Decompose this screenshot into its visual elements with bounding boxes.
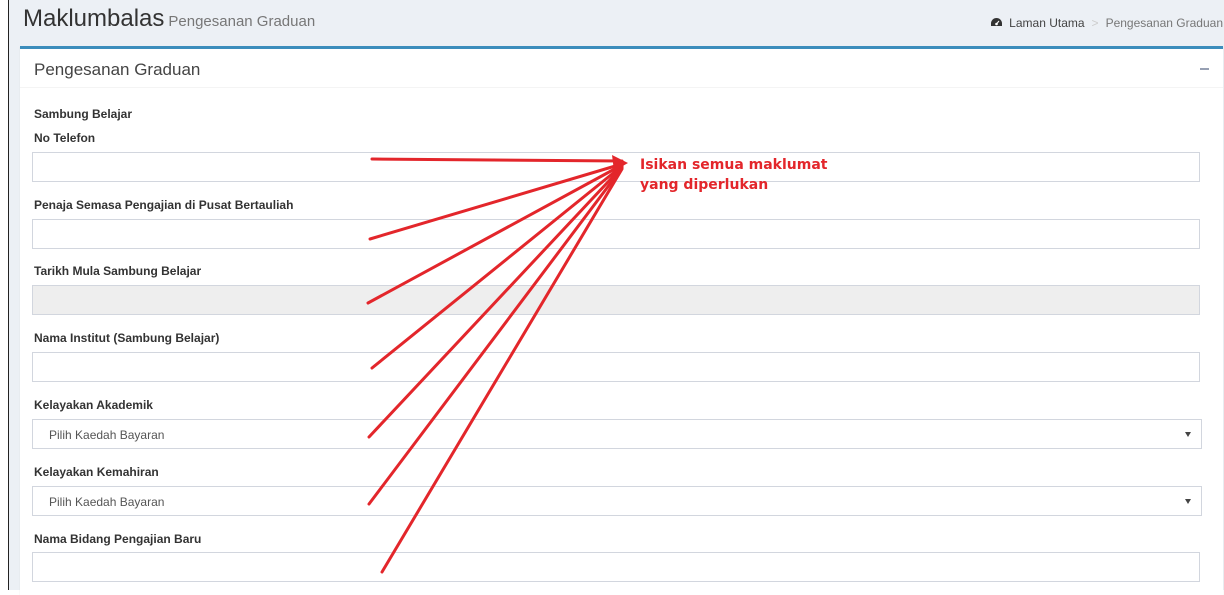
box-title: Pengesanan Graduan [34, 60, 201, 79]
skill-label: Kelayakan Kemahiran [34, 465, 159, 479]
academic-label: Kelayakan Akademik [34, 398, 153, 412]
breadcrumb: Laman Utama > Pengesanan Graduan [990, 16, 1223, 30]
sponsor-input[interactable] [32, 219, 1200, 249]
section-label: Sambung Belajar [34, 107, 133, 121]
box-header: Pengesanan Graduan [20, 49, 1223, 88]
annotation-line-1: Isikan semua maklumat [640, 157, 828, 173]
content-header: Maklumbalas Pengesanan Graduan Laman Utam… [9, 0, 1224, 44]
academic-select[interactable]: Pilih Kaedah Bayaran [32, 419, 1202, 449]
graduate-tracking-box: Pengesanan Graduan Sambung Belajar No Te… [20, 46, 1223, 595]
new-field-input[interactable] [32, 552, 1200, 582]
page-title: Maklumbalas Pengesanan Graduan [23, 5, 315, 33]
institute-label: Nama Institut (Sambung Belajar) [34, 331, 220, 345]
annotation-line-2: yang diperlukan [640, 177, 769, 193]
phone-label: No Telefon [34, 131, 96, 145]
page-subtitle: Pengesanan Graduan [168, 13, 316, 30]
sponsor-label: Penaja Semasa Pengajian di Pusat Bertaul… [34, 198, 294, 212]
caret-down-icon [1185, 432, 1191, 437]
start-date-label: Tarikh Mula Sambung Belajar [34, 264, 202, 278]
new-field-label: Nama Bidang Pengajian Baru [34, 532, 202, 546]
skill-select-value: Pilih Kaedah Bayaran [49, 495, 165, 509]
page-title-text: Maklumbalas [23, 5, 165, 32]
content-wrapper: Maklumbalas Pengesanan Graduan Laman Utam… [8, 0, 1224, 595]
academic-select-value: Pilih Kaedah Bayaran [49, 428, 165, 442]
phone-input[interactable] [32, 152, 1200, 182]
breadcrumb-home-link[interactable]: Laman Utama [1009, 16, 1084, 30]
dashboard-icon [991, 18, 1003, 26]
caret-down-icon [1185, 499, 1191, 504]
minus-icon[interactable] [1195, 58, 1213, 76]
skill-select[interactable]: Pilih Kaedah Bayaran [32, 486, 1202, 516]
breadcrumb-current: Pengesanan Graduan [1105, 16, 1223, 30]
institute-input[interactable] [32, 352, 1200, 382]
annotation-text: Isikan semua maklumat yang diperlukan [640, 155, 827, 195]
breadcrumb-separator: > [1091, 16, 1099, 30]
start-date-input[interactable] [32, 285, 1200, 315]
